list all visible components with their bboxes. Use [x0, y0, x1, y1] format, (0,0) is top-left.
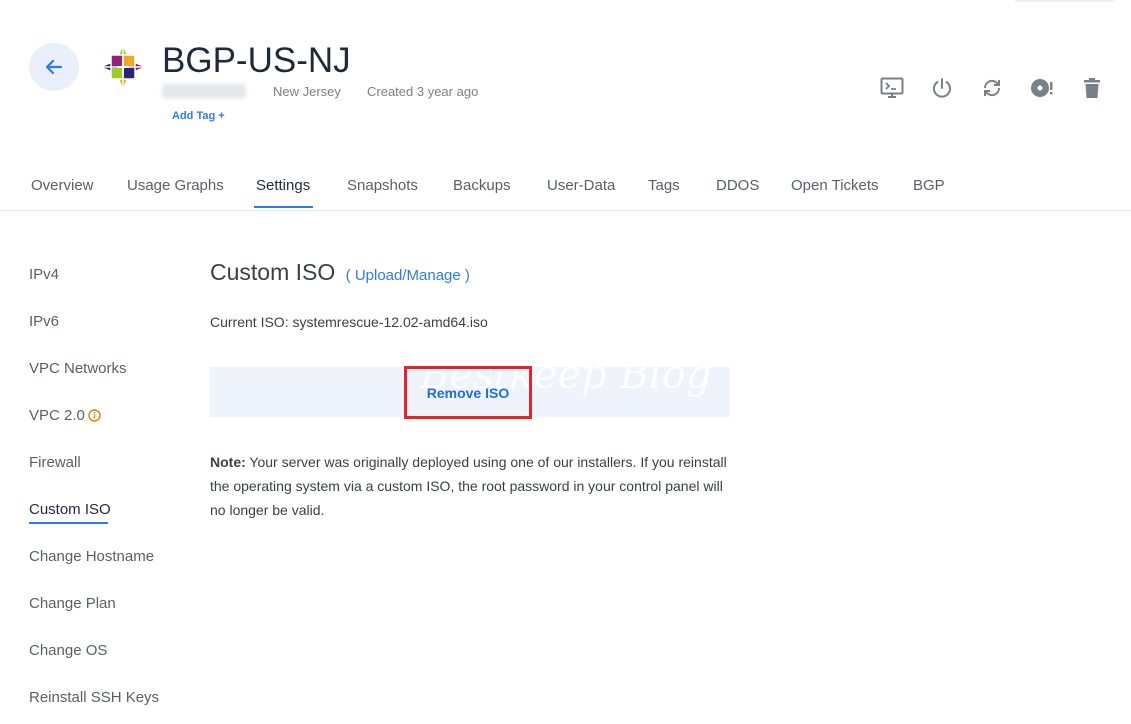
sidebar-item-ipv4[interactable]: IPv4	[29, 266, 59, 283]
tab-backups[interactable]: Backups	[453, 177, 511, 194]
tab-ddos[interactable]: DDOS	[716, 177, 759, 194]
tab-usage-graphs[interactable]: Usage Graphs	[127, 177, 224, 194]
note-paragraph: Note: Your server was originally deploye…	[210, 450, 730, 522]
tab-user-data[interactable]: User-Data	[547, 177, 615, 194]
arrow-left-icon	[45, 59, 63, 75]
info-warning-icon	[88, 409, 101, 422]
console-icon	[880, 77, 904, 98]
iso-button[interactable]	[1030, 76, 1054, 100]
tab-settings[interactable]: Settings	[256, 177, 310, 194]
sidebar-item-custom-iso[interactable]: Custom ISO	[29, 501, 111, 518]
server-created: Created 3 year ago	[367, 84, 479, 99]
current-iso-text: Current ISO: systemrescue-12.02-amd64.is…	[210, 314, 488, 330]
active-tab-indicator	[254, 206, 313, 208]
add-tag-link[interactable]: Add Tag +	[172, 110, 225, 122]
server-title: BGP-US-NJ	[162, 41, 351, 80]
centos-logo	[102, 46, 144, 88]
tab-open-tickets[interactable]: Open Tickets	[791, 177, 879, 194]
sidebar-item-change-os[interactable]: Change OS	[29, 642, 107, 659]
sidebar-item-firewall[interactable]: Firewall	[29, 454, 81, 471]
power-button[interactable]	[930, 76, 954, 100]
sidebar-item-ipv6[interactable]: IPv6	[29, 313, 59, 330]
note-label: Note:	[210, 454, 246, 470]
sidebar-item-reinstall-ssh-keys[interactable]: Reinstall SSH Keys	[29, 689, 159, 706]
restart-icon	[983, 79, 1001, 97]
tab-overview[interactable]: Overview	[31, 177, 94, 194]
top-edge-line	[1015, 0, 1115, 2]
sidebar-item-change-plan[interactable]: Change Plan	[29, 595, 116, 612]
remove-iso-button[interactable]: Remove ISO	[404, 366, 532, 419]
section-title: Custom ISO	[210, 259, 336, 285]
back-button[interactable]	[29, 43, 79, 91]
restart-button[interactable]	[980, 76, 1004, 100]
power-icon	[933, 78, 951, 98]
trash-icon	[1084, 78, 1100, 98]
tab-tags[interactable]: Tags	[648, 177, 680, 194]
delete-button[interactable]	[1080, 76, 1104, 100]
console-button[interactable]	[880, 76, 904, 100]
ip-address-blurred	[162, 84, 246, 98]
tab-bar: Overview Usage Graphs Settings Snapshots…	[0, 162, 1131, 211]
server-location: New Jersey	[273, 84, 341, 99]
sidebar-item-label: VPC 2.0	[29, 407, 85, 424]
section-heading: Custom ISO ( Upload/Manage )	[210, 259, 470, 286]
upload-manage-link[interactable]: ( Upload/Manage )	[346, 267, 470, 284]
tab-bgp[interactable]: BGP	[913, 177, 945, 194]
iso-disc-icon	[1031, 79, 1053, 97]
tab-snapshots[interactable]: Snapshots	[347, 177, 418, 194]
sidebar-item-change-hostname[interactable]: Change Hostname	[29, 548, 154, 565]
active-sidebar-indicator	[29, 522, 108, 524]
sidebar-item-vpc-2[interactable]: VPC 2.0	[29, 407, 101, 424]
note-text: Your server was originally deployed usin…	[210, 454, 727, 518]
sidebar-item-vpc-networks[interactable]: VPC Networks	[29, 360, 127, 377]
